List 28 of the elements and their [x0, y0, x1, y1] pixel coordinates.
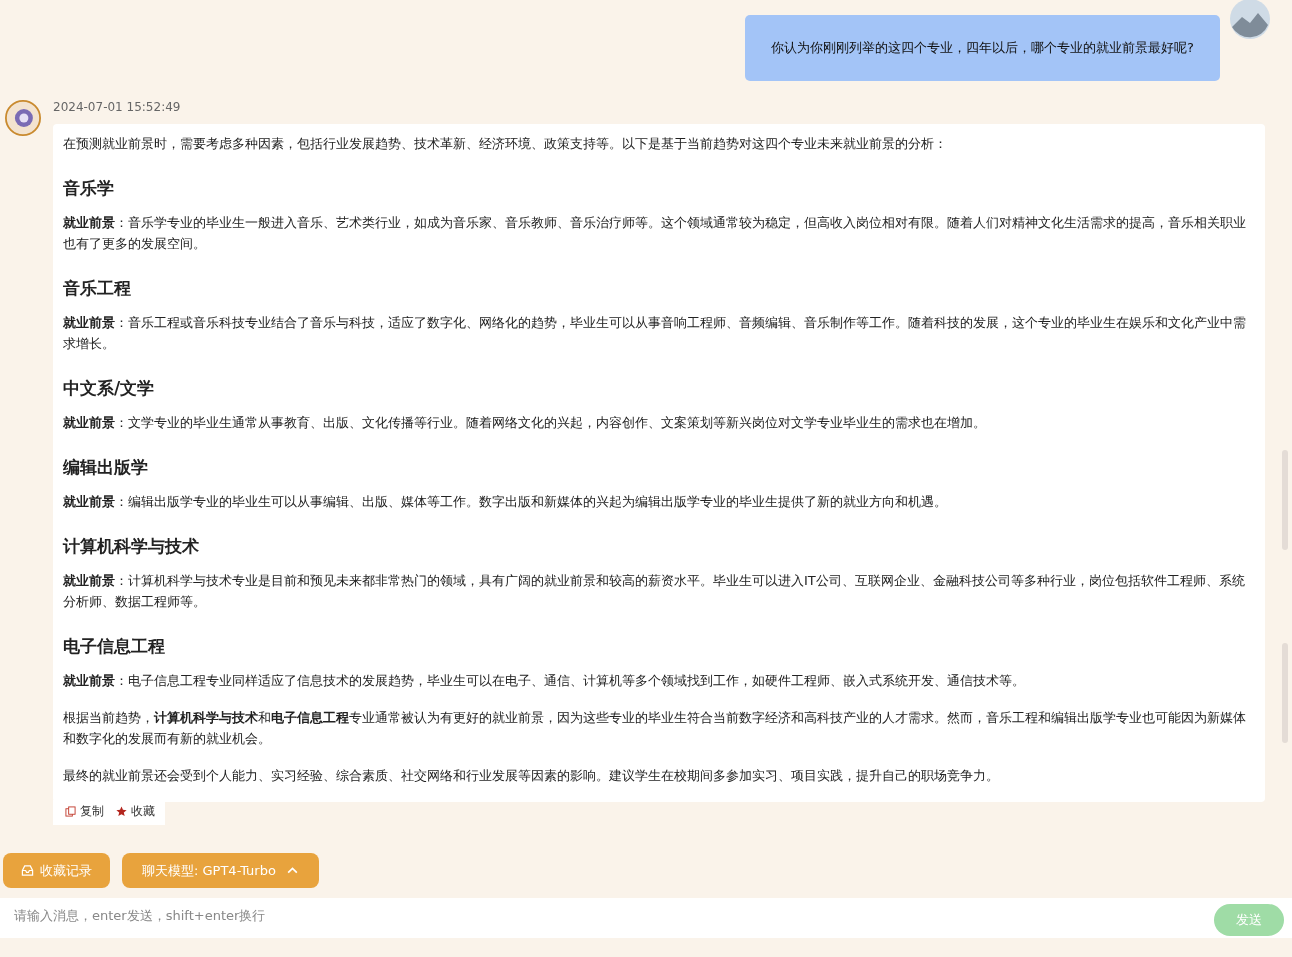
- copy-icon[interactable]: [65, 806, 76, 817]
- favorites-button[interactable]: 收藏记录: [3, 853, 110, 888]
- reply-paragraph: 就业前景：编辑出版学专业的毕业生可以从事编辑、出版、媒体等工作。数字出版和新媒体的兴起为编辑出版学专业的毕业生提供了新的就业方向和机遇。: [63, 493, 948, 511]
- section-heading: 音乐工程: [63, 277, 132, 300]
- action-link[interactable]: 复制: [80, 803, 104, 820]
- section-heading: 编辑出版学: [63, 456, 149, 479]
- section-heading: 中文系/文学: [63, 377, 156, 400]
- section-heading: 计算机科学与技术: [63, 535, 200, 558]
- reply-paragraph: 就业前景：文学专业的毕业生通常从事教育、出版、文化传播等行业。随着网络文化的兴起，内容创作、文案策划等新兴岗位对文学专业毕业生的需求也在增加。: [63, 414, 987, 432]
- section-heading: 音乐学: [63, 177, 115, 200]
- message-timestamp: 2024-07-01 15:52:49: [53, 100, 182, 116]
- model-selector[interactable]: 聊天模型: GPT4-Turbo: [122, 853, 319, 888]
- user-avatar: [1230, 0, 1270, 39]
- user-message: 你认为你刚刚列举的这四个专业，四年以后，哪个专业的就业前景最好呢?: [745, 15, 1220, 81]
- star-icon[interactable]: [116, 806, 127, 817]
- message-input[interactable]: 请输入消息，enter发送，shift+enter换行 发送: [0, 898, 1292, 938]
- reply-paragraph: 在预测就业前景时，需要考虑多种因素，包括行业发展趋势、技术革新、经济环境、政策支持等。以下是基于当前趋势对这四个专业未来就业前景的分析：: [63, 135, 948, 153]
- bot-avatar: [5, 100, 41, 136]
- reply-paragraph: 就业前景：电子信息工程专业同样适应了信息技术的发展趋势，毕业生可以在电子、通信、计算机等多个领域找到工作，如硬件工程师、嵌入式系统开发、通信技术等。: [63, 672, 1026, 690]
- reply-paragraph: 就业前景：音乐学专业的毕业生一般进入音乐、艺术类行业，如成为音乐家、音乐教师、音乐治疗师等。这个领域通常较为稳定，但高收入岗位相对有限。随着人们对精神文化生活需求的提高，音乐相关职业也有了更多的发展空间。: [63, 214, 1247, 253]
- reply-paragraph: 最终的就业前景还会受到个人能力、实习经验、综合素质、社交网络和行业发展等因素的影响。建议学生在校期间多参加实习、项目实践，提升自己的职场竞争力。: [63, 767, 1000, 785]
- send-button[interactable]: 发送: [1214, 904, 1284, 936]
- section-heading: 电子信息工程: [63, 635, 166, 658]
- inbox-icon: [21, 864, 34, 877]
- reply-paragraph: 就业前景：计算机科学与技术专业是目前和预见未来都非常热门的领域，具有广阔的就业前景和较高的薪资水平。毕业生可以进入IT公司、互联网企业、金融科技公司等多种行业，岗位包括软件工程师、系统分析师、数据工程师等。: [63, 572, 1246, 611]
- action-link[interactable]: 收藏: [131, 803, 155, 820]
- reply-paragraph: 根据当前趋势，计算机科学与技术和电子信息工程专业通常被认为有更好的就业前景，因为这些专业的毕业生符合当前数字经济和高科技产业的人才需求。然而，音乐工程和编辑出版学专业也可能因为新媒体和数字化的发展而有新的就业机会。: [63, 709, 1247, 748]
- reply-paragraph: 就业前景：音乐工程或音乐科技专业结合了音乐与科技，适应了数字化、网络化的趋势，毕业生可以从事音响工程师、音频编辑、音乐制作等工作。随着科技的发展，这个专业的毕业生在娱乐和文化产业中需求增长。: [63, 314, 1247, 353]
